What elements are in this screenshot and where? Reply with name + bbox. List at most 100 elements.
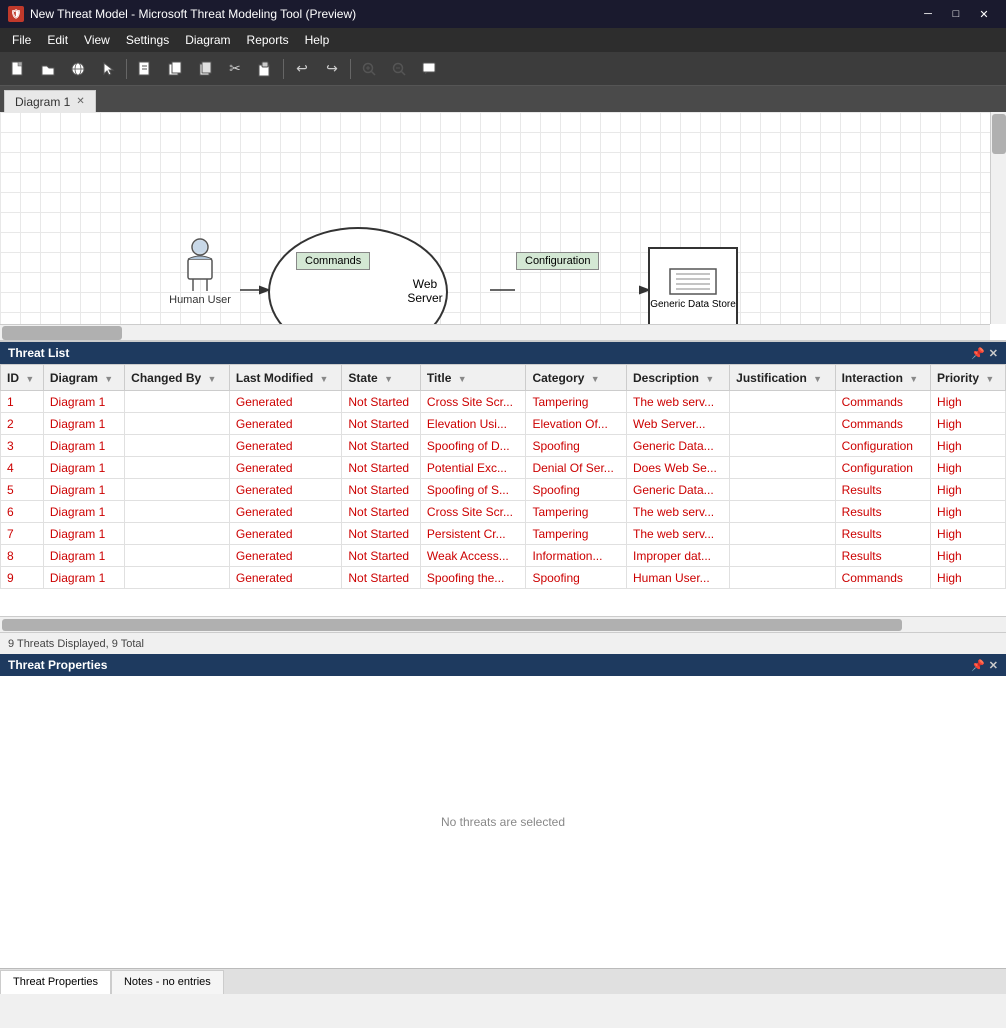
- redo-button[interactable]: ↪: [318, 55, 346, 83]
- close-button[interactable]: ✕: [970, 0, 998, 28]
- vertical-scrollbar[interactable]: [990, 112, 1006, 324]
- table-row[interactable]: 5Diagram 1GeneratedNot StartedSpoofing o…: [1, 479, 1006, 501]
- props-pin-button[interactable]: 📌: [971, 659, 985, 672]
- table-row[interactable]: 4Diagram 1GeneratedNot StartedPotential …: [1, 457, 1006, 479]
- cell-id: 5: [1, 479, 44, 501]
- table-row[interactable]: 9Diagram 1GeneratedNot StartedSpoofing t…: [1, 567, 1006, 589]
- threat-properties-content: No threats are selected: [0, 676, 1006, 968]
- cell-diagram: Diagram 1: [43, 545, 124, 567]
- minimize-button[interactable]: ─: [914, 0, 942, 28]
- cut-button[interactable]: ✂: [221, 55, 249, 83]
- cell-priority: High: [931, 457, 1006, 479]
- col-state[interactable]: State ▼: [342, 365, 421, 391]
- menu-edit[interactable]: Edit: [39, 28, 76, 52]
- table-horizontal-scrollbar[interactable]: [0, 616, 1006, 632]
- cell-last_modified: Generated: [229, 501, 342, 523]
- cell-diagram: Diagram 1: [43, 391, 124, 413]
- props-close-button[interactable]: ✕: [989, 659, 998, 672]
- cell-last_modified: Generated: [229, 567, 342, 589]
- cell-priority: High: [931, 435, 1006, 457]
- cell-interaction: Results: [835, 545, 930, 567]
- cell-diagram: Diagram 1: [43, 501, 124, 523]
- commands-label[interactable]: Commands: [296, 252, 370, 270]
- cell-justification: [730, 413, 835, 435]
- table-row[interactable]: 1Diagram 1GeneratedNot StartedCross Site…: [1, 391, 1006, 413]
- cell-justification: [730, 567, 835, 589]
- cell-priority: High: [931, 479, 1006, 501]
- horizontal-scrollbar[interactable]: [0, 324, 990, 340]
- col-id[interactable]: ID ▼: [1, 365, 44, 391]
- col-justification[interactable]: Justification ▼: [730, 365, 835, 391]
- undo-button[interactable]: ↩: [288, 55, 316, 83]
- configuration-label[interactable]: Configuration: [516, 252, 599, 270]
- cell-state: Not Started: [342, 413, 421, 435]
- col-title[interactable]: Title ▼: [420, 365, 526, 391]
- cell-last_modified: Generated: [229, 435, 342, 457]
- copy-doc-button[interactable]: [161, 55, 189, 83]
- data-store-icon: [668, 264, 718, 299]
- diagram-arrows: [0, 112, 990, 324]
- tab-diagram1[interactable]: Diagram 1 ✕: [4, 90, 96, 112]
- horizontal-scrollbar-thumb[interactable]: [2, 326, 122, 340]
- col-description[interactable]: Description ▼: [626, 365, 729, 391]
- diagram-canvas[interactable]: Human User Commands Web Server Responses…: [0, 112, 1006, 342]
- menu-view[interactable]: View: [76, 28, 118, 52]
- maximize-button[interactable]: □: [942, 0, 970, 28]
- cell-interaction: Configuration: [835, 457, 930, 479]
- menu-reports[interactable]: Reports: [239, 28, 297, 52]
- menu-help[interactable]: Help: [297, 28, 338, 52]
- cell-id: 9: [1, 567, 44, 589]
- close-panel-button[interactable]: ✕: [989, 347, 998, 360]
- tab-bar: Diagram 1 ✕: [0, 86, 1006, 112]
- pin-button[interactable]: 📌: [971, 347, 985, 360]
- cell-justification: [730, 479, 835, 501]
- pointer-button[interactable]: [94, 55, 122, 83]
- paste-button[interactable]: [251, 55, 279, 83]
- cell-priority: High: [931, 523, 1006, 545]
- tab-close-button[interactable]: ✕: [76, 96, 84, 107]
- cell-interaction: Results: [835, 523, 930, 545]
- new-doc-button[interactable]: [131, 55, 159, 83]
- threat-props-controls: 📌 ✕: [971, 659, 998, 672]
- cell-last_modified: Generated: [229, 457, 342, 479]
- col-last-modified[interactable]: Last Modified ▼: [229, 365, 342, 391]
- table-row[interactable]: 6Diagram 1GeneratedNot StartedCross Site…: [1, 501, 1006, 523]
- menu-diagram[interactable]: Diagram: [177, 28, 238, 52]
- col-diagram[interactable]: Diagram ▼: [43, 365, 124, 391]
- vertical-scrollbar-thumb[interactable]: [992, 114, 1006, 154]
- cell-state: Not Started: [342, 567, 421, 589]
- comment-button[interactable]: [415, 55, 443, 83]
- cell-state: Not Started: [342, 523, 421, 545]
- col-category[interactable]: Category ▼: [526, 365, 627, 391]
- tab-label: Diagram 1: [15, 95, 70, 109]
- table-row[interactable]: 7Diagram 1GeneratedNot StartedPersistent…: [1, 523, 1006, 545]
- col-changed-by[interactable]: Changed By ▼: [125, 365, 230, 391]
- web-button[interactable]: [64, 55, 92, 83]
- copy-button[interactable]: [191, 55, 219, 83]
- table-row[interactable]: 3Diagram 1GeneratedNot StartedSpoofing o…: [1, 435, 1006, 457]
- tab-notes[interactable]: Notes - no entries: [111, 970, 224, 994]
- human-user-element[interactable]: Human User: [160, 237, 240, 306]
- zoom-out-button[interactable]: [385, 55, 413, 83]
- cell-last_modified: Generated: [229, 391, 342, 413]
- menu-settings[interactable]: Settings: [118, 28, 177, 52]
- table-row[interactable]: 2Diagram 1GeneratedNot StartedElevation …: [1, 413, 1006, 435]
- new-button[interactable]: [4, 55, 32, 83]
- table-hscroll-thumb[interactable]: [2, 619, 902, 631]
- generic-data-store-element[interactable]: Generic Data Store: [648, 247, 738, 327]
- open-button[interactable]: [34, 55, 62, 83]
- cell-interaction: Results: [835, 479, 930, 501]
- cell-changed_by: [125, 435, 230, 457]
- tab-threat-properties[interactable]: Threat Properties: [0, 970, 111, 994]
- cell-category: Tampering: [526, 391, 627, 413]
- diagram-area: Human User Commands Web Server Responses…: [0, 112, 990, 324]
- table-row[interactable]: 8Diagram 1GeneratedNot StartedWeak Acces…: [1, 545, 1006, 567]
- zoom-in-button[interactable]: [355, 55, 383, 83]
- cell-description: Improper dat...: [626, 545, 729, 567]
- col-interaction[interactable]: Interaction ▼: [835, 365, 930, 391]
- no-threats-message: No threats are selected: [441, 815, 565, 829]
- menu-file[interactable]: File: [4, 28, 39, 52]
- col-priority[interactable]: Priority ▼: [931, 365, 1006, 391]
- cell-title: Potential Exc...: [420, 457, 526, 479]
- cell-diagram: Diagram 1: [43, 523, 124, 545]
